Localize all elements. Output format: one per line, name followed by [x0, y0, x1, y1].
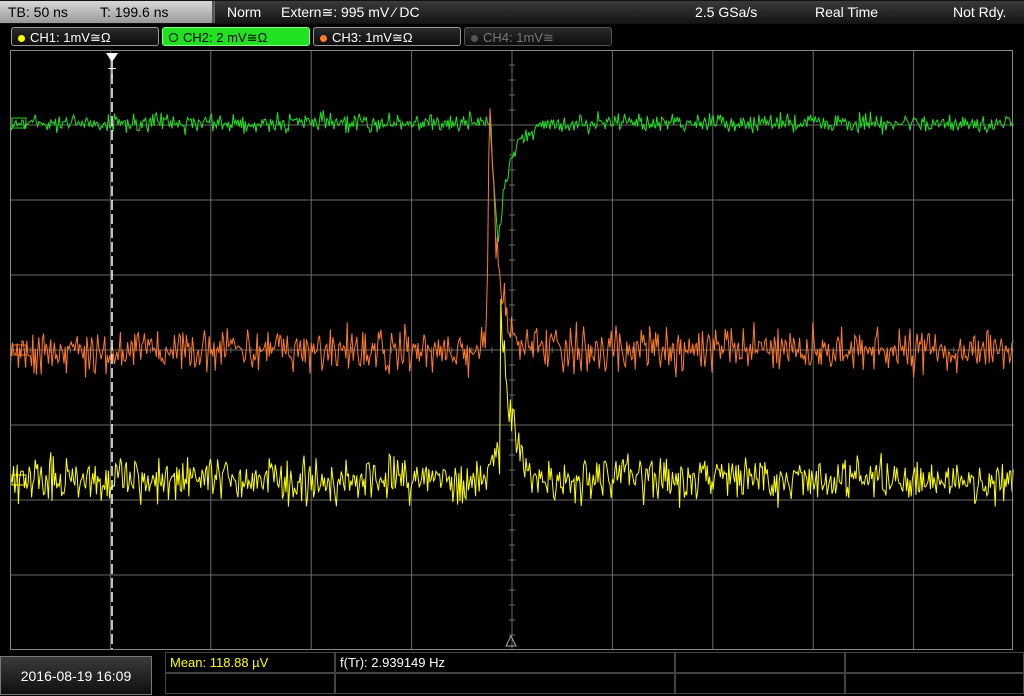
tab-ch3[interactable]: CH3: 1mV≅Ω — [313, 27, 461, 46]
acquisition-panel[interactable]: Norm Extern≅: 995 mV ⁄ DC 2.5 GSa/s Real… — [214, 1, 1024, 23]
ch1-color-dot — [18, 35, 25, 42]
tab-ch1[interactable]: CH1: 1mV≅Ω — [11, 27, 159, 46]
freq-label: f(Tr): — [340, 655, 368, 670]
ch1-label: CH1: 1mV≅Ω — [30, 30, 111, 45]
ch2-label: CH2: 2 mV≅Ω — [183, 30, 268, 45]
acquisition-mode: Real Time — [815, 4, 879, 20]
display-frame — [10, 50, 1013, 650]
acquisition-status: Not Rdy. — [953, 4, 1007, 20]
trigger-source: Extern≅: 995 mV ⁄ DC — [281, 4, 420, 20]
trigger-time-readout: T: 199.6 ns — [100, 4, 169, 20]
ch4-color-dot — [471, 35, 478, 42]
tab-ch2[interactable]: CH2: 2 mV≅Ω — [162, 27, 310, 46]
measurement-mean[interactable]: Mean: 118.88 µV — [165, 652, 335, 673]
timebase-panel[interactable]: TB: 50 ns T: 199.6 ns — [0, 1, 214, 23]
measurement-slot-7[interactable] — [675, 673, 845, 694]
mean-label: Mean: — [170, 655, 207, 670]
measurement-slot-3[interactable] — [675, 652, 845, 673]
measurement-slot-4[interactable] — [845, 652, 1024, 673]
datetime-display: 2016-08-19 16:09 — [0, 656, 152, 695]
status-bar: TB: 50 ns T: 199.6 ns Norm Extern≅: 995 … — [0, 0, 1024, 24]
sample-rate: 2.5 GSa/s — [695, 4, 758, 20]
timebase-readout: TB: 50 ns — [8, 4, 68, 20]
freq-value: 2.939149 Hz — [371, 655, 446, 670]
measurement-slot-5[interactable] — [165, 673, 335, 694]
measurement-slot-8[interactable] — [845, 673, 1024, 694]
ch4-label: CH4: 1mV≅ — [483, 30, 554, 45]
measurement-slot-6[interactable] — [335, 673, 675, 694]
ch3-color-dot — [320, 35, 327, 42]
ch2-color-dot — [169, 33, 178, 42]
measurement-panel[interactable]: Mean: 118.88 µV f(Tr): 2.939149 Hz — [165, 652, 1024, 695]
measurement-frequency[interactable]: f(Tr): 2.939149 Hz — [335, 652, 675, 673]
mean-value: 118.88 µV — [209, 655, 269, 670]
trigger-mode: Norm — [227, 4, 262, 20]
ch3-label: CH3: 1mV≅Ω — [332, 30, 413, 45]
tab-ch4[interactable]: CH4: 1mV≅ — [464, 27, 612, 46]
